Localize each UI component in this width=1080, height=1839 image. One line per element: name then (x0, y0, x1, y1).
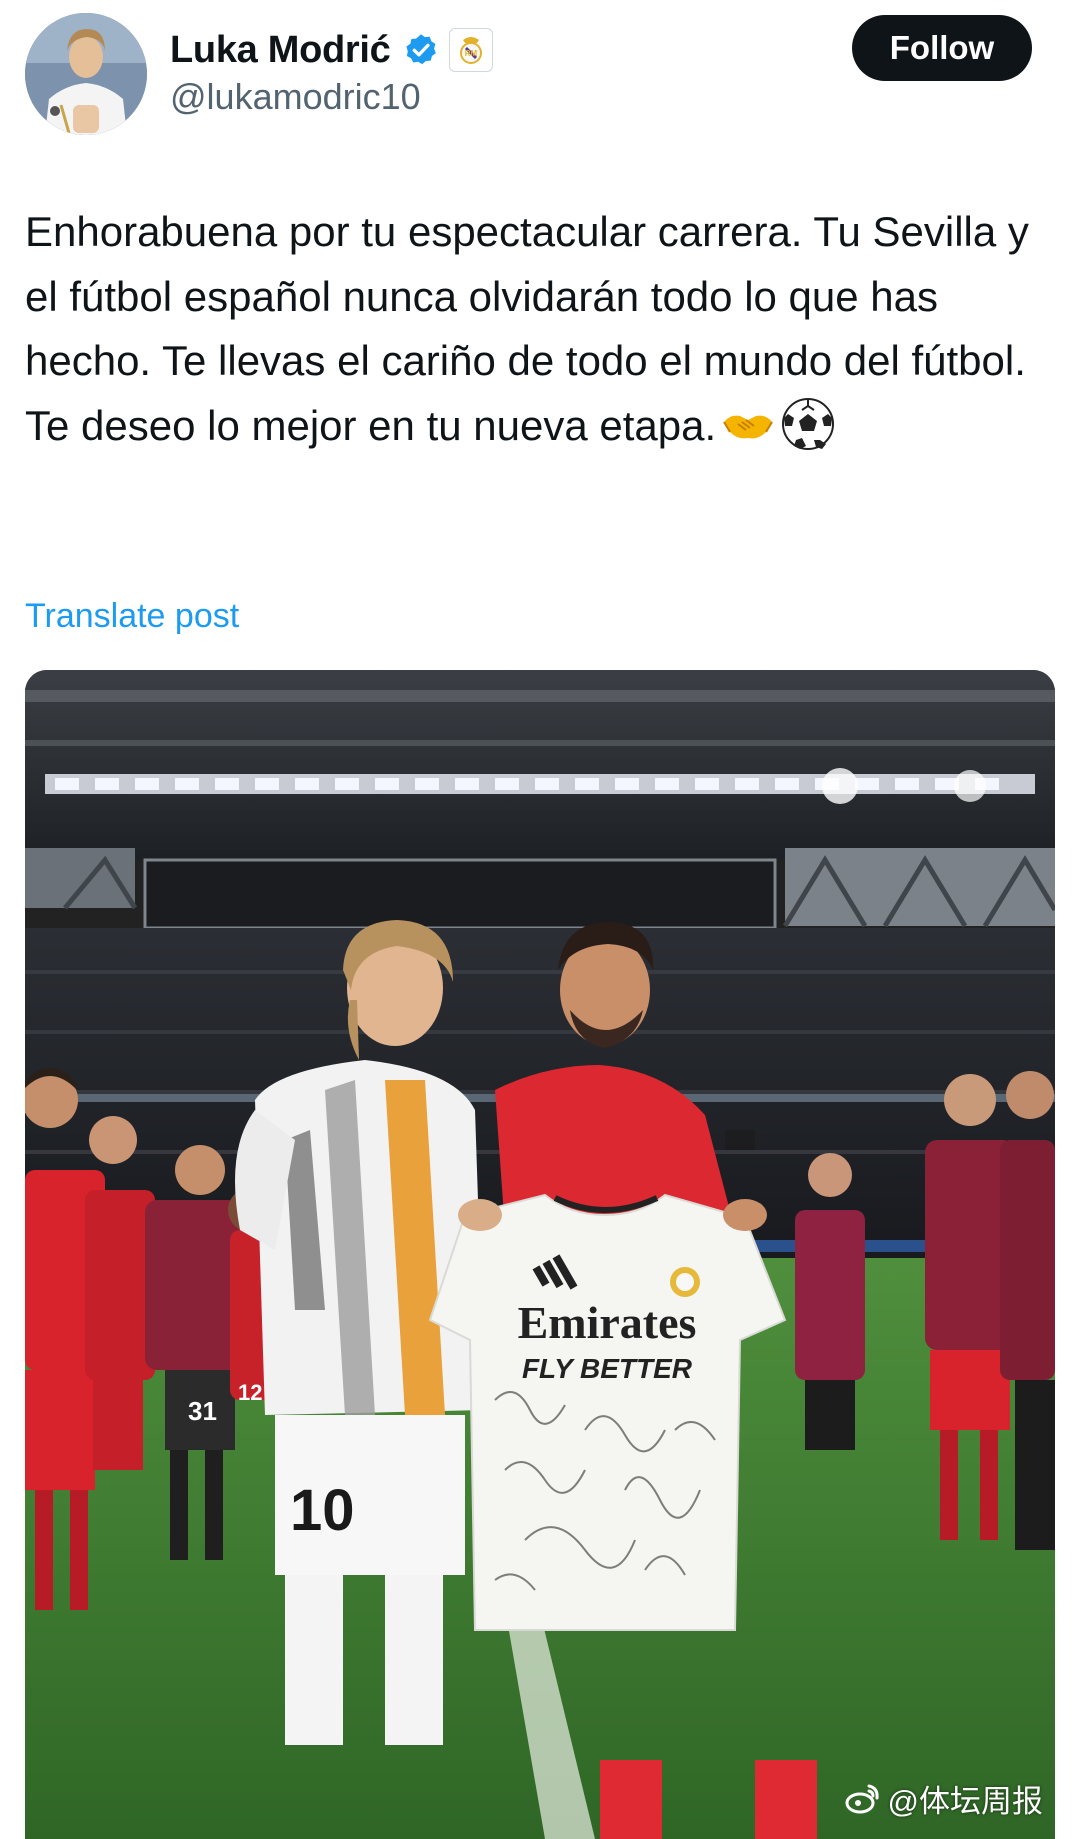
post-header: Luka Modrić RM @lukamodric10 Follow (0, 0, 1080, 160)
post-text: Enhorabuena por tu espectacular carrera.… (25, 200, 1055, 458)
real-madrid-crest-icon[interactable]: RM (448, 28, 493, 72)
name-row: Luka Modrić RM (170, 22, 493, 78)
weibo-watermark: @体坛周报 (844, 1776, 1043, 1821)
shorts-number: 10 (290, 1478, 355, 1543)
weibo-logo-icon (845, 1784, 879, 1813)
jersey-tagline: FLY BETTER (522, 1353, 693, 1384)
soccer-ball-emoji-icon (782, 397, 835, 450)
post-body-text: Enhorabuena por tu espectacular carrera.… (25, 208, 1029, 449)
user-handle[interactable]: @lukamodric10 (170, 76, 421, 118)
svg-text:RM: RM (464, 49, 477, 58)
avatar[interactable] (25, 13, 147, 135)
display-name[interactable]: Luka Modrić (170, 29, 391, 72)
jersey-sponsor: Emirates (518, 1297, 697, 1348)
stadium-photo-illustration: 31 12 10 Emirates FLY BETTER (25, 670, 1055, 1839)
player-number-31: 31 (188, 1396, 217, 1426)
watermark-text: @体坛周报 (887, 1784, 1043, 1819)
handshake-emoji-icon (723, 415, 773, 438)
verified-badge-icon (403, 32, 439, 68)
follow-button[interactable]: Follow (852, 15, 1032, 81)
player-number-12: 12 (238, 1380, 262, 1405)
jersey-crest-icon (670, 1267, 700, 1297)
signed-jersey: Emirates FLY BETTER (428, 1193, 787, 1631)
post-photo[interactable]: 31 12 10 Emirates FLY BETTER @体坛周报 (25, 670, 1055, 1839)
translate-post-link[interactable]: Translate post (25, 597, 239, 636)
